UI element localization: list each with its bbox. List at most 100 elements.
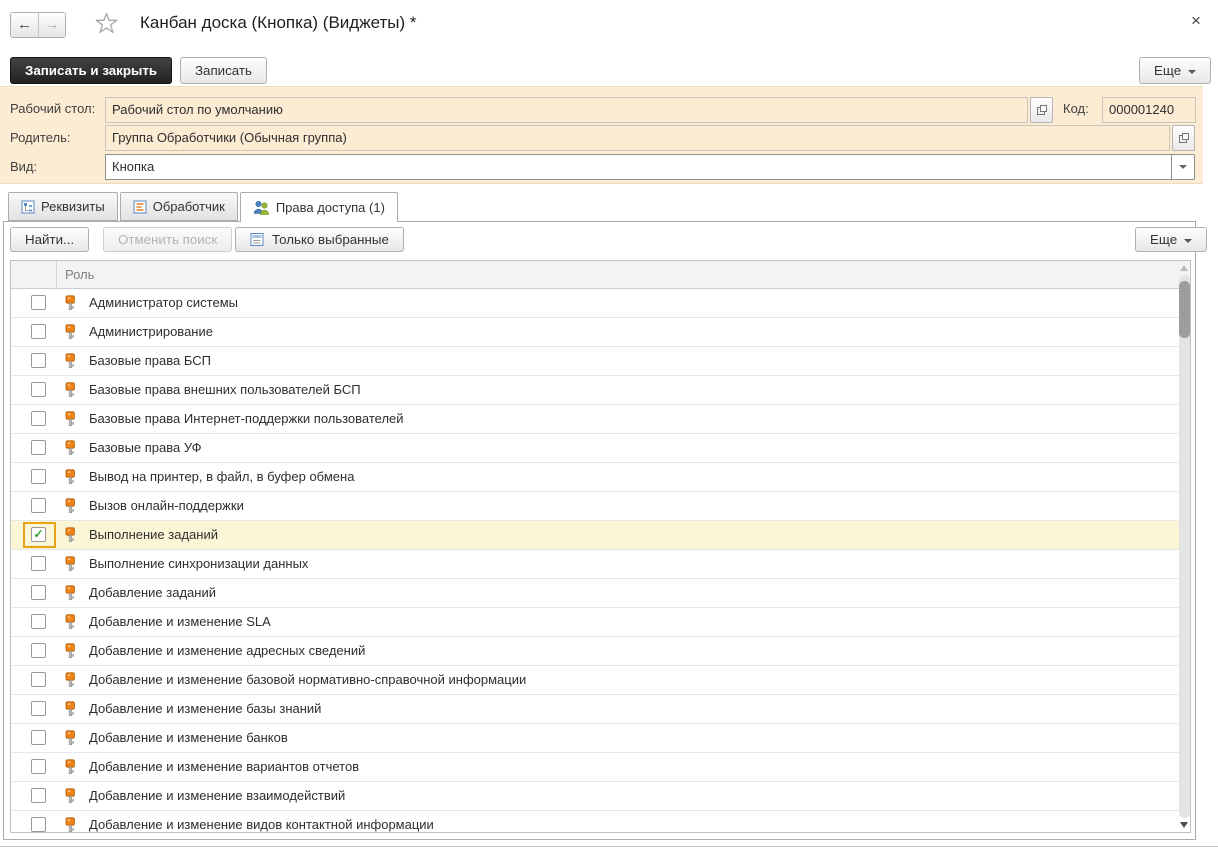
table-row[interactable]: Добавление и изменение базы знаний — [11, 695, 1179, 724]
tab-access-rights[interactable]: Права доступа (1) — [240, 192, 398, 222]
role-label: Администратор системы — [11, 289, 1179, 317]
role-checkbox[interactable] — [31, 614, 46, 629]
scroll-up-icon[interactable] — [1180, 265, 1188, 271]
role-label: Базовые права БСП — [11, 347, 1179, 375]
role-label: Добавление и изменение базовой нормативн… — [11, 666, 1179, 694]
role-checkbox[interactable] — [31, 556, 46, 571]
tab-handler[interactable]: Обработчик — [120, 192, 238, 221]
tab-label: Обработчик — [153, 199, 225, 214]
favorite-star-icon[interactable] — [95, 12, 118, 38]
role-checkbox[interactable] — [31, 324, 46, 339]
page-title: Канбан доска (Кнопка) (Виджеты) * — [140, 13, 416, 33]
role-checkbox[interactable] — [31, 701, 46, 716]
back-button[interactable]: ← — [11, 13, 38, 37]
role-label: Добавление и изменение базы знаний — [11, 695, 1179, 723]
role-key-icon — [65, 614, 76, 633]
table-row[interactable]: Базовые права УФ — [11, 434, 1179, 463]
role-checkbox[interactable] — [31, 788, 46, 803]
role-label: Добавление заданий — [11, 579, 1179, 607]
forward-button[interactable]: → — [38, 13, 65, 37]
table-row[interactable]: Добавление и изменение взаимодействий — [11, 782, 1179, 811]
chevron-down-icon — [1184, 239, 1192, 243]
role-label: Добавление и изменение взаимодействий — [11, 782, 1179, 810]
history-nav: ← → — [10, 12, 66, 38]
role-checkbox[interactable] — [31, 295, 46, 310]
more-label: Еще — [1154, 63, 1181, 78]
role-label: Вывод на принтер, в файл, в буфер обмена — [11, 463, 1179, 491]
window-bottom-border — [0, 846, 1218, 847]
more-button-panel[interactable]: Еще — [1135, 227, 1207, 252]
table-row[interactable]: Базовые права Интернет-поддержки пользов… — [11, 405, 1179, 434]
role-checkbox[interactable] — [31, 469, 46, 484]
scroll-down-icon[interactable] — [1180, 822, 1188, 828]
table-row[interactable]: Базовые права БСП — [11, 347, 1179, 376]
role-checkbox[interactable] — [31, 585, 46, 600]
table-row[interactable]: Администратор системы — [11, 289, 1179, 318]
role-label: Выполнение синхронизации данных — [11, 550, 1179, 578]
role-key-icon — [65, 411, 76, 430]
table-row[interactable]: Базовые права внешних пользователей БСП — [11, 376, 1179, 405]
role-checkbox[interactable] — [31, 353, 46, 368]
role-key-icon — [65, 498, 76, 517]
parent-field[interactable]: Группа Обработчики (Обычная группа) — [105, 125, 1170, 151]
close-icon[interactable]: × — [1191, 12, 1201, 30]
table-body: Администратор системы Администрирование … — [11, 289, 1179, 832]
table-row[interactable]: Вывод на принтер, в файл, в буфер обмена — [11, 463, 1179, 492]
table-row[interactable]: Вызов онлайн-поддержки — [11, 492, 1179, 521]
save-and-close-button[interactable]: Записать и закрыть — [10, 57, 172, 84]
open-desktop-button[interactable] — [1030, 97, 1053, 123]
kind-dropdown-button[interactable] — [1171, 154, 1195, 180]
column-separator — [56, 261, 57, 288]
role-label: Базовые права Интернет-поддержки пользов… — [11, 405, 1179, 433]
open-parent-button[interactable] — [1172, 125, 1195, 151]
role-checkbox[interactable] — [31, 440, 46, 455]
role-key-icon — [65, 701, 76, 720]
role-checkbox[interactable] — [31, 643, 46, 658]
only-selected-label: Только выбранные — [272, 232, 389, 247]
role-label: Выполнение заданий — [11, 521, 1179, 549]
find-button[interactable]: Найти... — [10, 227, 89, 252]
tab-attributes[interactable]: Реквизиты — [8, 192, 118, 221]
kind-field[interactable]: Кнопка — [105, 154, 1172, 180]
role-key-icon — [65, 324, 76, 343]
role-checkbox[interactable]: ✓ — [31, 527, 46, 542]
role-checkbox[interactable] — [31, 498, 46, 513]
role-key-icon — [65, 730, 76, 749]
role-column-header: Роль — [65, 261, 94, 288]
table-row[interactable]: Добавление и изменение вариантов отчетов — [11, 753, 1179, 782]
scrollbar-track[interactable] — [1179, 275, 1190, 818]
role-checkbox[interactable] — [31, 411, 46, 426]
table-row[interactable]: Добавление и изменение адресных сведений — [11, 637, 1179, 666]
more-button-top[interactable]: Еще — [1139, 57, 1211, 84]
table-row[interactable]: Добавление и изменение SLA — [11, 608, 1179, 637]
role-checkbox[interactable] — [31, 730, 46, 745]
role-checkbox[interactable] — [31, 382, 46, 397]
tab-label: Реквизиты — [41, 199, 105, 214]
more-label: Еще — [1150, 232, 1177, 247]
table-row[interactable]: Добавление и изменение банков — [11, 724, 1179, 753]
role-key-icon — [65, 643, 76, 662]
role-checkbox[interactable] — [31, 672, 46, 687]
table-row[interactable]: ✓ Выполнение заданий — [11, 521, 1179, 550]
role-checkbox[interactable] — [31, 759, 46, 774]
attributes-tree-icon — [21, 200, 35, 214]
table-row[interactable]: Добавление заданий — [11, 579, 1179, 608]
table-row[interactable]: Добавление и изменение видов контактной … — [11, 811, 1179, 832]
only-selected-button[interactable]: Только выбранные — [235, 227, 404, 252]
cancel-search-button[interactable]: Отменить поиск — [103, 227, 232, 252]
table-row[interactable]: Администрирование — [11, 318, 1179, 347]
table-row[interactable]: Выполнение синхронизации данных — [11, 550, 1179, 579]
vertical-scrollbar[interactable] — [1179, 262, 1190, 831]
kind-label: Вид: — [10, 159, 37, 174]
desktop-field[interactable]: Рабочий стол по умолчанию — [105, 97, 1028, 123]
role-checkbox[interactable] — [31, 817, 46, 832]
save-button[interactable]: Записать — [180, 57, 267, 84]
table-row[interactable]: Добавление и изменение базовой нормативн… — [11, 666, 1179, 695]
role-key-icon — [65, 527, 76, 546]
role-key-icon — [65, 469, 76, 488]
role-label: Администрирование — [11, 318, 1179, 346]
open-icon — [1036, 104, 1048, 116]
scrollbar-thumb[interactable] — [1179, 281, 1190, 338]
parent-label: Родитель: — [10, 130, 70, 145]
role-key-icon — [65, 556, 76, 575]
